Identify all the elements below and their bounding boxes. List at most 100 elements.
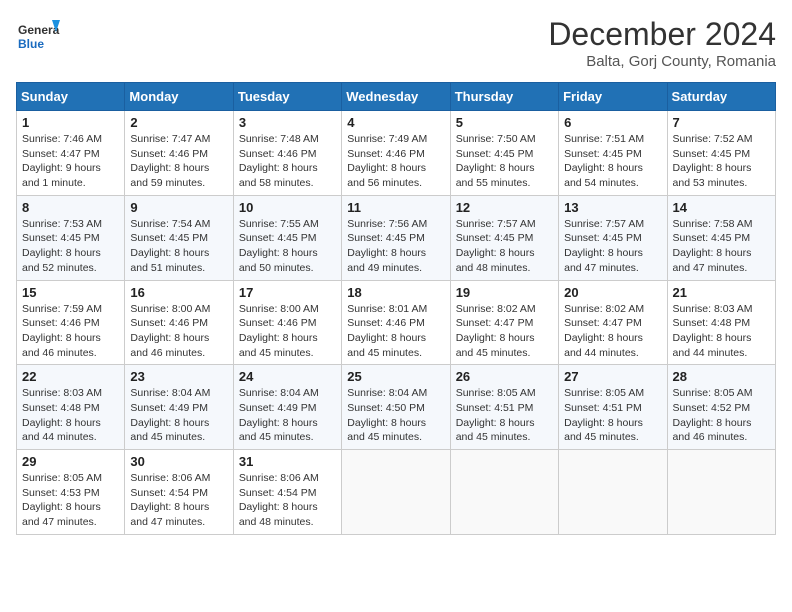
day-info: Sunrise: 8:02 AMSunset: 4:47 PMDaylight:… <box>456 302 553 361</box>
day-number: 27 <box>564 369 661 384</box>
day-number: 17 <box>239 285 336 300</box>
calendar-day-cell: 30 Sunrise: 8:06 AMSunset: 4:54 PMDaylig… <box>125 450 233 535</box>
calendar-day-cell: 15 Sunrise: 7:59 AMSunset: 4:46 PMDaylig… <box>17 280 125 365</box>
day-number: 30 <box>130 454 227 469</box>
day-info: Sunrise: 8:04 AMSunset: 4:50 PMDaylight:… <box>347 386 444 445</box>
day-number: 5 <box>456 115 553 130</box>
day-number: 1 <box>22 115 119 130</box>
calendar-day-cell: 11 Sunrise: 7:56 AMSunset: 4:45 PMDaylig… <box>342 195 450 280</box>
day-number: 16 <box>130 285 227 300</box>
calendar-day-cell: 26 Sunrise: 8:05 AMSunset: 4:51 PMDaylig… <box>450 365 558 450</box>
calendar-day-cell: 21 Sunrise: 8:03 AMSunset: 4:48 PMDaylig… <box>667 280 775 365</box>
calendar-day-cell: 20 Sunrise: 8:02 AMSunset: 4:47 PMDaylig… <box>559 280 667 365</box>
calendar-day-cell: 13 Sunrise: 7:57 AMSunset: 4:45 PMDaylig… <box>559 195 667 280</box>
calendar-day-cell <box>667 450 775 535</box>
calendar-day-cell: 25 Sunrise: 8:04 AMSunset: 4:50 PMDaylig… <box>342 365 450 450</box>
svg-text:Blue: Blue <box>18 37 44 51</box>
location: Balta, Gorj County, Romania <box>548 53 776 70</box>
day-number: 13 <box>564 200 661 215</box>
day-info: Sunrise: 7:57 AMSunset: 4:45 PMDaylight:… <box>564 217 661 276</box>
day-number: 10 <box>239 200 336 215</box>
month-title: December 2024 <box>548 16 776 53</box>
day-number: 4 <box>347 115 444 130</box>
day-number: 14 <box>673 200 770 215</box>
calendar-header-row: SundayMondayTuesdayWednesdayThursdayFrid… <box>17 83 776 111</box>
day-number: 29 <box>22 454 119 469</box>
day-number: 31 <box>239 454 336 469</box>
calendar-day-cell: 7 Sunrise: 7:52 AMSunset: 4:45 PMDayligh… <box>667 111 775 196</box>
calendar-week-row: 29 Sunrise: 8:05 AMSunset: 4:53 PMDaylig… <box>17 450 776 535</box>
calendar-day-cell <box>450 450 558 535</box>
day-number: 7 <box>673 115 770 130</box>
day-info: Sunrise: 8:02 AMSunset: 4:47 PMDaylight:… <box>564 302 661 361</box>
day-info: Sunrise: 8:06 AMSunset: 4:54 PMDaylight:… <box>130 471 227 530</box>
day-info: Sunrise: 7:53 AMSunset: 4:45 PMDaylight:… <box>22 217 119 276</box>
day-info: Sunrise: 7:56 AMSunset: 4:45 PMDaylight:… <box>347 217 444 276</box>
day-number: 28 <box>673 369 770 384</box>
day-info: Sunrise: 7:52 AMSunset: 4:45 PMDaylight:… <box>673 132 770 191</box>
calendar-day-cell: 12 Sunrise: 7:57 AMSunset: 4:45 PMDaylig… <box>450 195 558 280</box>
calendar-day-cell: 8 Sunrise: 7:53 AMSunset: 4:45 PMDayligh… <box>17 195 125 280</box>
calendar-day-cell: 22 Sunrise: 8:03 AMSunset: 4:48 PMDaylig… <box>17 365 125 450</box>
day-info: Sunrise: 7:50 AMSunset: 4:45 PMDaylight:… <box>456 132 553 191</box>
calendar-day-cell: 18 Sunrise: 8:01 AMSunset: 4:46 PMDaylig… <box>342 280 450 365</box>
day-number: 26 <box>456 369 553 384</box>
day-number: 15 <box>22 285 119 300</box>
day-info: Sunrise: 7:54 AMSunset: 4:45 PMDaylight:… <box>130 217 227 276</box>
day-info: Sunrise: 8:05 AMSunset: 4:51 PMDaylight:… <box>564 386 661 445</box>
day-info: Sunrise: 7:46 AMSunset: 4:47 PMDaylight:… <box>22 132 119 191</box>
day-info: Sunrise: 8:06 AMSunset: 4:54 PMDaylight:… <box>239 471 336 530</box>
day-info: Sunrise: 8:01 AMSunset: 4:46 PMDaylight:… <box>347 302 444 361</box>
day-number: 25 <box>347 369 444 384</box>
day-number: 24 <box>239 369 336 384</box>
title-block: December 2024 Balta, Gorj County, Romani… <box>548 16 776 70</box>
calendar-day-header: Wednesday <box>342 83 450 111</box>
calendar-day-cell: 24 Sunrise: 8:04 AMSunset: 4:49 PMDaylig… <box>233 365 341 450</box>
day-number: 8 <box>22 200 119 215</box>
calendar-day-header: Tuesday <box>233 83 341 111</box>
calendar-day-cell: 10 Sunrise: 7:55 AMSunset: 4:45 PMDaylig… <box>233 195 341 280</box>
day-number: 12 <box>456 200 553 215</box>
calendar-day-cell: 19 Sunrise: 8:02 AMSunset: 4:47 PMDaylig… <box>450 280 558 365</box>
day-info: Sunrise: 7:55 AMSunset: 4:45 PMDaylight:… <box>239 217 336 276</box>
calendar-day-cell: 31 Sunrise: 8:06 AMSunset: 4:54 PMDaylig… <box>233 450 341 535</box>
calendar-table: SundayMondayTuesdayWednesdayThursdayFrid… <box>16 82 776 535</box>
day-info: Sunrise: 8:05 AMSunset: 4:53 PMDaylight:… <box>22 471 119 530</box>
logo: General Blue <box>16 16 60 60</box>
day-number: 22 <box>22 369 119 384</box>
calendar-day-cell <box>559 450 667 535</box>
calendar-day-cell: 14 Sunrise: 7:58 AMSunset: 4:45 PMDaylig… <box>667 195 775 280</box>
day-info: Sunrise: 8:05 AMSunset: 4:51 PMDaylight:… <box>456 386 553 445</box>
day-info: Sunrise: 7:51 AMSunset: 4:45 PMDaylight:… <box>564 132 661 191</box>
day-info: Sunrise: 8:04 AMSunset: 4:49 PMDaylight:… <box>239 386 336 445</box>
day-info: Sunrise: 8:04 AMSunset: 4:49 PMDaylight:… <box>130 386 227 445</box>
calendar-day-header: Monday <box>125 83 233 111</box>
logo-svg: General Blue <box>16 16 60 60</box>
day-info: Sunrise: 8:00 AMSunset: 4:46 PMDaylight:… <box>239 302 336 361</box>
day-number: 18 <box>347 285 444 300</box>
calendar-day-cell: 27 Sunrise: 8:05 AMSunset: 4:51 PMDaylig… <box>559 365 667 450</box>
calendar-day-cell: 17 Sunrise: 8:00 AMSunset: 4:46 PMDaylig… <box>233 280 341 365</box>
calendar-day-header: Sunday <box>17 83 125 111</box>
day-number: 23 <box>130 369 227 384</box>
calendar-week-row: 1 Sunrise: 7:46 AMSunset: 4:47 PMDayligh… <box>17 111 776 196</box>
day-info: Sunrise: 8:00 AMSunset: 4:46 PMDaylight:… <box>130 302 227 361</box>
calendar-day-header: Thursday <box>450 83 558 111</box>
day-info: Sunrise: 7:49 AMSunset: 4:46 PMDaylight:… <box>347 132 444 191</box>
day-info: Sunrise: 7:47 AMSunset: 4:46 PMDaylight:… <box>130 132 227 191</box>
calendar-day-cell: 23 Sunrise: 8:04 AMSunset: 4:49 PMDaylig… <box>125 365 233 450</box>
day-number: 3 <box>239 115 336 130</box>
page-header: General Blue December 2024 Balta, Gorj C… <box>16 16 776 70</box>
calendar-day-header: Friday <box>559 83 667 111</box>
calendar-day-cell: 4 Sunrise: 7:49 AMSunset: 4:46 PMDayligh… <box>342 111 450 196</box>
calendar-day-cell <box>342 450 450 535</box>
day-number: 9 <box>130 200 227 215</box>
calendar-day-cell: 16 Sunrise: 8:00 AMSunset: 4:46 PMDaylig… <box>125 280 233 365</box>
calendar-day-cell: 28 Sunrise: 8:05 AMSunset: 4:52 PMDaylig… <box>667 365 775 450</box>
calendar-day-cell: 9 Sunrise: 7:54 AMSunset: 4:45 PMDayligh… <box>125 195 233 280</box>
day-number: 11 <box>347 200 444 215</box>
day-info: Sunrise: 8:03 AMSunset: 4:48 PMDaylight:… <box>673 302 770 361</box>
day-number: 21 <box>673 285 770 300</box>
day-info: Sunrise: 7:48 AMSunset: 4:46 PMDaylight:… <box>239 132 336 191</box>
calendar-day-header: Saturday <box>667 83 775 111</box>
